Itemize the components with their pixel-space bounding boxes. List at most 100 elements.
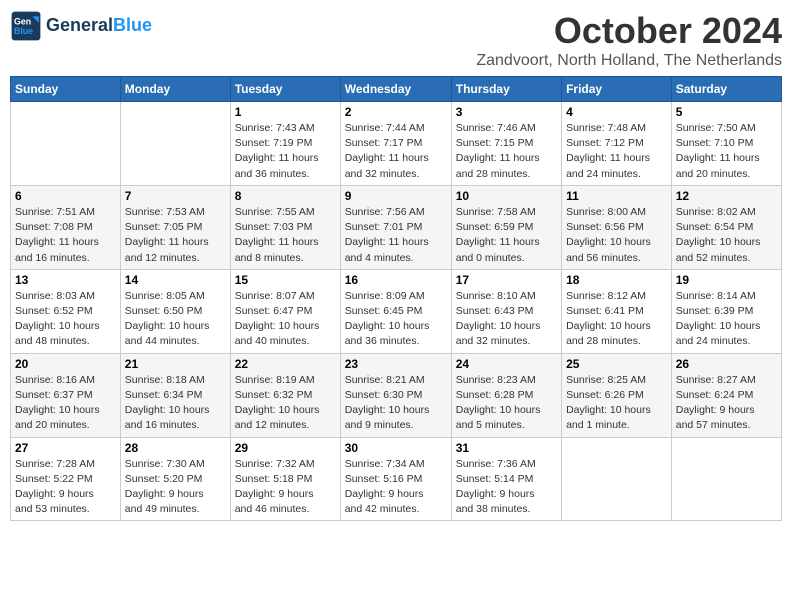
table-row: 3 Sunrise: 7:46 AM Sunset: 7:15 PM Daylig… xyxy=(451,102,561,186)
title-area: October 2024 Zandvoort, North Holland, T… xyxy=(476,10,782,70)
day-detail: Sunrise: 7:58 AM Sunset: 6:59 PM Dayligh… xyxy=(456,205,557,266)
logo-text-line1: GeneralBlue xyxy=(46,16,152,36)
day-detail: Sunrise: 7:43 AM Sunset: 7:19 PM Dayligh… xyxy=(235,121,336,182)
day-number: 27 xyxy=(15,441,116,455)
day-detail: Sunrise: 8:21 AM Sunset: 6:30 PM Dayligh… xyxy=(345,373,447,434)
day-detail: Sunrise: 7:48 AM Sunset: 7:12 PM Dayligh… xyxy=(566,121,667,182)
header: Gen Blue GeneralBlue October 2024 Zandvo… xyxy=(10,10,782,70)
day-detail: Sunrise: 7:28 AM Sunset: 5:22 PM Dayligh… xyxy=(15,457,116,518)
col-wednesday: Wednesday xyxy=(340,77,451,102)
col-monday: Monday xyxy=(120,77,230,102)
day-number: 10 xyxy=(456,189,557,203)
day-detail: Sunrise: 7:46 AM Sunset: 7:15 PM Dayligh… xyxy=(456,121,557,182)
day-detail: Sunrise: 7:55 AM Sunset: 7:03 PM Dayligh… xyxy=(235,205,336,266)
day-detail: Sunrise: 8:07 AM Sunset: 6:47 PM Dayligh… xyxy=(235,289,336,350)
day-number: 21 xyxy=(125,357,226,371)
table-row: 17 Sunrise: 8:10 AM Sunset: 6:43 PM Dayli… xyxy=(451,269,561,353)
day-detail: Sunrise: 8:09 AM Sunset: 6:45 PM Dayligh… xyxy=(345,289,447,350)
day-detail: Sunrise: 8:19 AM Sunset: 6:32 PM Dayligh… xyxy=(235,373,336,434)
day-detail: Sunrise: 8:02 AM Sunset: 6:54 PM Dayligh… xyxy=(676,205,777,266)
table-row: 25 Sunrise: 8:25 AM Sunset: 6:26 PM Dayli… xyxy=(562,353,672,437)
table-row: 1 Sunrise: 7:43 AM Sunset: 7:19 PM Daylig… xyxy=(230,102,340,186)
col-thursday: Thursday xyxy=(451,77,561,102)
table-row: 26 Sunrise: 8:27 AM Sunset: 6:24 PM Dayli… xyxy=(671,353,781,437)
table-row: 20 Sunrise: 8:16 AM Sunset: 6:37 PM Dayli… xyxy=(11,353,121,437)
day-detail: Sunrise: 7:30 AM Sunset: 5:20 PM Dayligh… xyxy=(125,457,226,518)
day-number: 28 xyxy=(125,441,226,455)
day-number: 9 xyxy=(345,189,447,203)
day-detail: Sunrise: 8:25 AM Sunset: 6:26 PM Dayligh… xyxy=(566,373,667,434)
day-number: 20 xyxy=(15,357,116,371)
day-number: 25 xyxy=(566,357,667,371)
day-number: 19 xyxy=(676,273,777,287)
day-number: 14 xyxy=(125,273,226,287)
day-detail: Sunrise: 7:53 AM Sunset: 7:05 PM Dayligh… xyxy=(125,205,226,266)
day-number: 29 xyxy=(235,441,336,455)
day-number: 6 xyxy=(15,189,116,203)
calendar-table: Sunday Monday Tuesday Wednesday Thursday… xyxy=(10,76,782,521)
day-detail: Sunrise: 8:03 AM Sunset: 6:52 PM Dayligh… xyxy=(15,289,116,350)
table-row: 7 Sunrise: 7:53 AM Sunset: 7:05 PM Daylig… xyxy=(120,185,230,269)
col-tuesday: Tuesday xyxy=(230,77,340,102)
table-row: 10 Sunrise: 7:58 AM Sunset: 6:59 PM Dayli… xyxy=(451,185,561,269)
svg-text:Gen: Gen xyxy=(14,16,31,26)
day-number: 16 xyxy=(345,273,447,287)
day-number: 3 xyxy=(456,105,557,119)
table-row: 23Sunrise: 8:21 AM Sunset: 6:30 PM Dayli… xyxy=(340,353,451,437)
calendar-header: Sunday Monday Tuesday Wednesday Thursday… xyxy=(11,77,782,102)
table-row: 29 Sunrise: 7:32 AM Sunset: 5:18 PM Dayli… xyxy=(230,437,340,521)
table-row: 14 Sunrise: 8:05 AM Sunset: 6:50 PM Dayli… xyxy=(120,269,230,353)
day-number: 17 xyxy=(456,273,557,287)
col-sunday: Sunday xyxy=(11,77,121,102)
table-row: 27 Sunrise: 7:28 AM Sunset: 5:22 PM Dayli… xyxy=(11,437,121,521)
table-row: 12 Sunrise: 8:02 AM Sunset: 6:54 PM Dayli… xyxy=(671,185,781,269)
day-detail: Sunrise: 8:10 AM Sunset: 6:43 PM Dayligh… xyxy=(456,289,557,350)
day-number: 26 xyxy=(676,357,777,371)
table-row xyxy=(562,437,672,521)
table-row: 30Sunrise: 7:34 AM Sunset: 5:16 PM Dayli… xyxy=(340,437,451,521)
table-row: 11 Sunrise: 8:00 AM Sunset: 6:56 PM Dayli… xyxy=(562,185,672,269)
day-number: 12 xyxy=(676,189,777,203)
month-title: October 2024 xyxy=(476,10,782,52)
table-row: 22 Sunrise: 8:19 AM Sunset: 6:32 PM Dayli… xyxy=(230,353,340,437)
day-detail: Sunrise: 8:05 AM Sunset: 6:50 PM Dayligh… xyxy=(125,289,226,350)
day-detail: Sunrise: 8:27 AM Sunset: 6:24 PM Dayligh… xyxy=(676,373,777,434)
table-row: 28 Sunrise: 7:30 AM Sunset: 5:20 PM Dayli… xyxy=(120,437,230,521)
day-detail: Sunrise: 7:44 AM Sunset: 7:17 PM Dayligh… xyxy=(345,121,447,182)
col-friday: Friday xyxy=(562,77,672,102)
day-number: 2 xyxy=(345,105,447,119)
calendar-body: 1 Sunrise: 7:43 AM Sunset: 7:19 PM Daylig… xyxy=(11,102,782,521)
logo: Gen Blue GeneralBlue xyxy=(10,10,152,42)
table-row: 24Sunrise: 8:23 AM Sunset: 6:28 PM Dayli… xyxy=(451,353,561,437)
table-row: 18Sunrise: 8:12 AM Sunset: 6:41 PM Dayli… xyxy=(562,269,672,353)
day-detail: Sunrise: 7:50 AM Sunset: 7:10 PM Dayligh… xyxy=(676,121,777,182)
day-number: 22 xyxy=(235,357,336,371)
location-title: Zandvoort, North Holland, The Netherland… xyxy=(476,52,782,70)
table-row: 21Sunrise: 8:18 AM Sunset: 6:34 PM Dayli… xyxy=(120,353,230,437)
day-number: 8 xyxy=(235,189,336,203)
day-number: 24 xyxy=(456,357,557,371)
day-number: 11 xyxy=(566,189,667,203)
table-row: 6Sunrise: 7:51 AM Sunset: 7:08 PM Daylig… xyxy=(11,185,121,269)
day-number: 5 xyxy=(676,105,777,119)
day-detail: Sunrise: 8:16 AM Sunset: 6:37 PM Dayligh… xyxy=(15,373,116,434)
table-row: 16 Sunrise: 8:09 AM Sunset: 6:45 PM Dayli… xyxy=(340,269,451,353)
day-detail: Sunrise: 7:34 AM Sunset: 5:16 PM Dayligh… xyxy=(345,457,447,518)
day-number: 31 xyxy=(456,441,557,455)
table-row xyxy=(671,437,781,521)
logo-icon: Gen Blue xyxy=(10,10,42,42)
table-row: 13 Sunrise: 8:03 AM Sunset: 6:52 PM Dayli… xyxy=(11,269,121,353)
day-detail: Sunrise: 8:00 AM Sunset: 6:56 PM Dayligh… xyxy=(566,205,667,266)
day-number: 13 xyxy=(15,273,116,287)
table-row: 15 Sunrise: 8:07 AM Sunset: 6:47 PM Dayli… xyxy=(230,269,340,353)
day-detail: Sunrise: 7:56 AM Sunset: 7:01 PM Dayligh… xyxy=(345,205,447,266)
day-number: 4 xyxy=(566,105,667,119)
day-detail: Sunrise: 7:32 AM Sunset: 5:18 PM Dayligh… xyxy=(235,457,336,518)
day-number: 15 xyxy=(235,273,336,287)
day-number: 7 xyxy=(125,189,226,203)
table-row: 19Sunrise: 8:14 AM Sunset: 6:39 PM Dayli… xyxy=(671,269,781,353)
day-number: 1 xyxy=(235,105,336,119)
day-detail: Sunrise: 7:36 AM Sunset: 5:14 PM Dayligh… xyxy=(456,457,557,518)
col-saturday: Saturday xyxy=(671,77,781,102)
table-row xyxy=(11,102,121,186)
